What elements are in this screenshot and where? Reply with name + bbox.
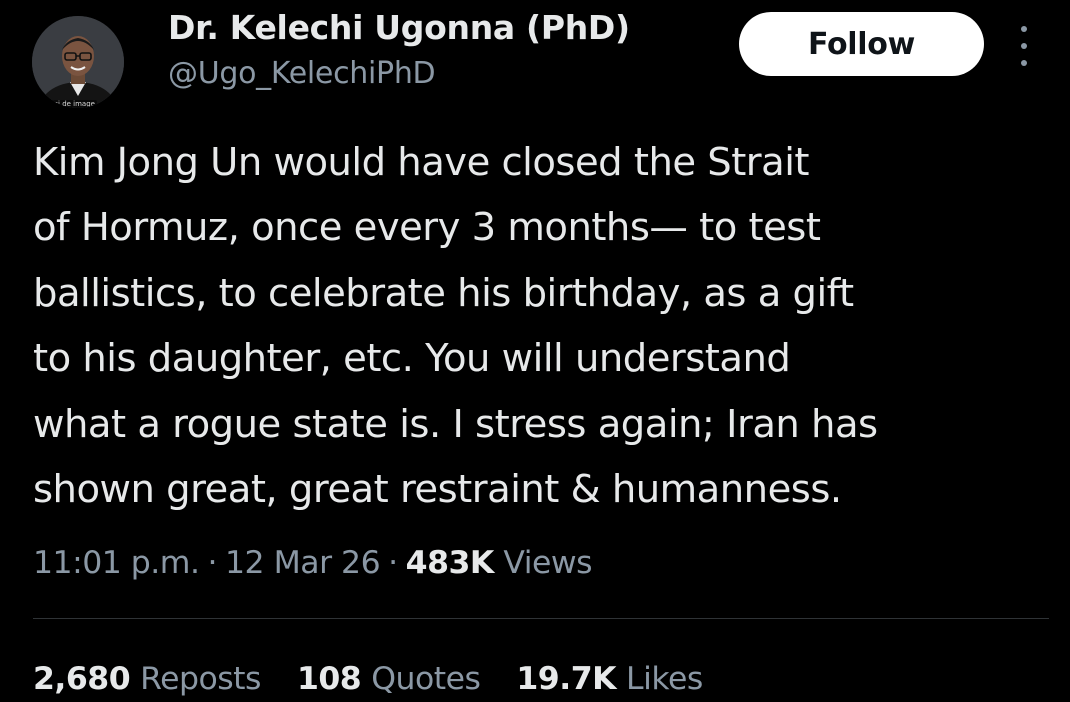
tweet-line: to his daughter, etc. You will understan…	[33, 336, 791, 382]
avatar[interactable]: insi de image	[32, 16, 124, 108]
views-count: 483K	[405, 545, 495, 581]
dot	[1021, 60, 1027, 66]
tweet-time[interactable]: 11:01 p.m.	[33, 545, 200, 581]
author-display-name[interactable]: Dr. Kelechi Ugonna (PhD)	[168, 6, 630, 50]
quotes-label: Quotes	[371, 661, 481, 697]
divider	[33, 618, 1049, 619]
tweet-line: Kim Jong Un would have closed the Strait	[33, 140, 810, 185]
tweet-line: shown great, great restraint & humanness…	[33, 467, 842, 513]
follow-button[interactable]: Follow	[739, 12, 984, 76]
author-handle[interactable]: @Ugo_KelechiPhD	[168, 54, 436, 94]
tweet-date[interactable]: 12 Mar 26	[225, 545, 381, 581]
tweet-text: Kim Jong Un would have closed the Strait…	[33, 130, 1053, 522]
engagement-stats: 2,680 Reposts 108 Quotes 19.7K Likes	[33, 656, 739, 702]
reposts-label: Reposts	[140, 661, 261, 697]
tweet-meta: 11:01 p.m. · 12 Mar 26 · 483K Views	[33, 540, 593, 586]
separator: ·	[207, 545, 218, 581]
views-label: Views	[503, 545, 593, 581]
reposts-stat[interactable]: 2,680 Reposts	[33, 656, 261, 702]
quotes-stat[interactable]: 108 Quotes	[296, 656, 481, 702]
more-options-icon[interactable]	[1012, 26, 1036, 66]
dot	[1021, 43, 1027, 49]
dot	[1021, 26, 1027, 32]
likes-count: 19.7K	[516, 661, 617, 697]
tweet-line: ballistics, to celebrate his birthday, a…	[33, 270, 854, 316]
likes-label: Likes	[626, 661, 703, 697]
tweet-line: what a rogue state is. I stress again; I…	[33, 401, 878, 447]
reposts-count: 2,680	[33, 661, 131, 697]
avatar-photo	[32, 16, 124, 108]
separator: ·	[388, 545, 398, 581]
quotes-count: 108	[296, 661, 362, 697]
likes-stat[interactable]: 19.7K Likes	[516, 656, 703, 702]
tweet-line: of Hormuz, once every 3 months— to test	[33, 205, 821, 251]
avatar-caption: insi de image	[46, 100, 97, 108]
